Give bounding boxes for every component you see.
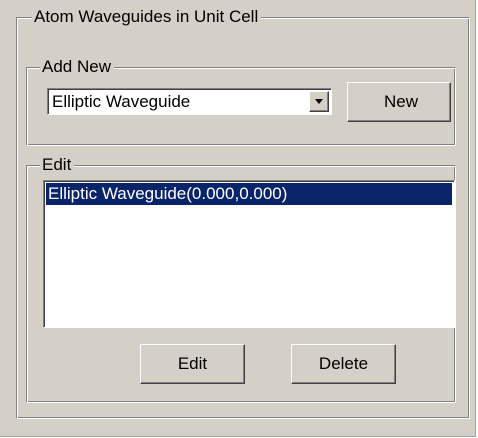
new-button[interactable]: New <box>347 82 451 122</box>
delete-button-label: Delete <box>318 354 369 373</box>
atom-waveguides-panel: Atom Waveguides in Unit Cell Add New Ell… <box>0 0 476 437</box>
waveguide-type-value: Elliptic Waveguide <box>52 92 191 111</box>
new-button-label: New <box>383 92 418 111</box>
dropdown-arrow-icon <box>315 99 323 104</box>
add-new-title: Add New <box>40 57 114 77</box>
edit-button-label: Edit <box>177 354 208 373</box>
waveguide-type-dropdown-button[interactable] <box>309 91 329 112</box>
atom-waveguides-title: Atom Waveguides in Unit Cell <box>32 7 262 27</box>
edit-button[interactable]: Edit <box>140 344 245 384</box>
delete-button[interactable]: Delete <box>291 344 396 384</box>
list-item[interactable]: Elliptic Waveguide(0.000,0.000) <box>46 183 452 205</box>
edit-title: Edit <box>40 155 75 175</box>
waveguide-type-combobox[interactable]: Elliptic Waveguide <box>47 88 332 115</box>
waveguide-listbox[interactable]: Elliptic Waveguide(0.000,0.000) <box>43 180 455 328</box>
list-item-label: Elliptic Waveguide(0.000,0.000) <box>48 184 288 203</box>
